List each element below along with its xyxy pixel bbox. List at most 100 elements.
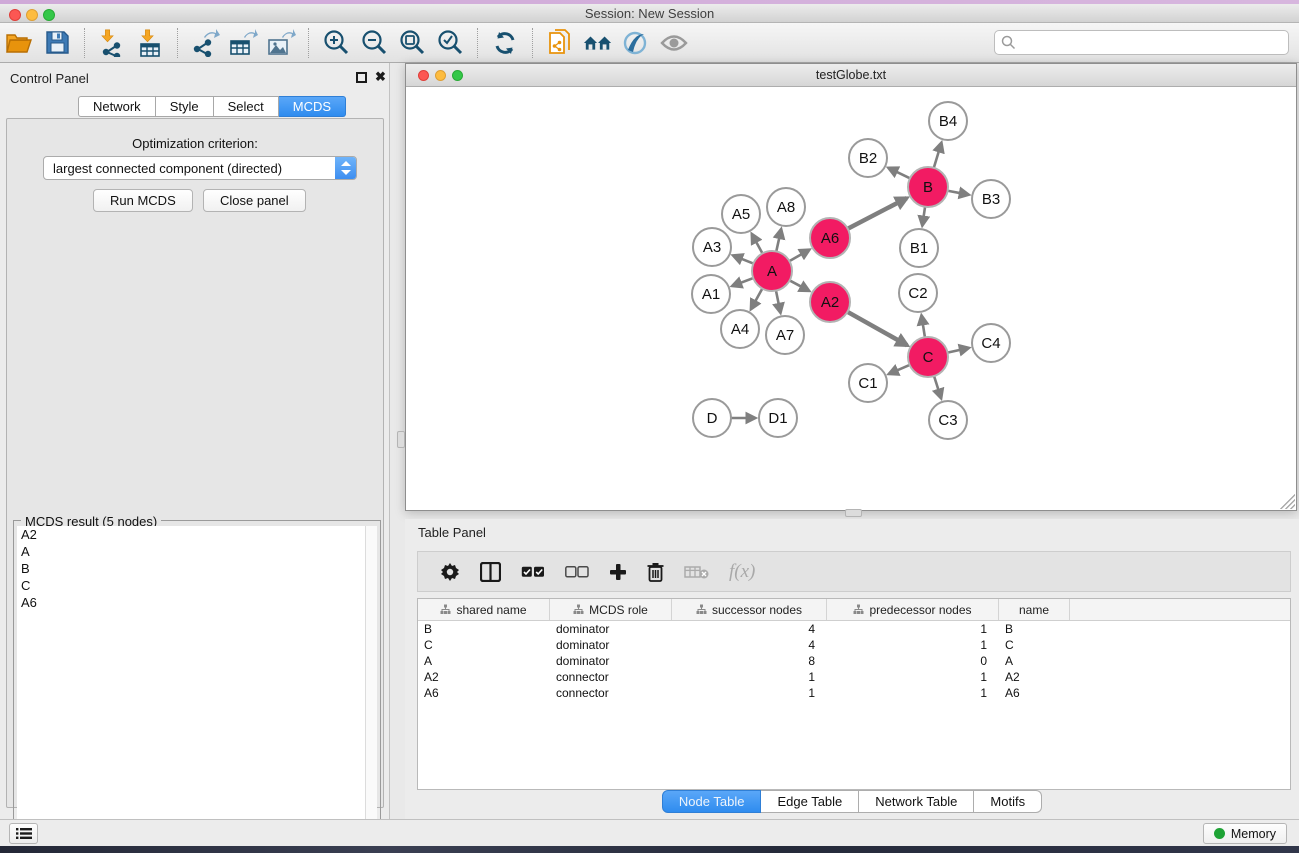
split-divider-handle[interactable] xyxy=(845,509,862,517)
tab-network-table[interactable]: Network Table xyxy=(859,790,974,813)
copy-network-icon[interactable] xyxy=(545,28,575,58)
search-input[interactable] xyxy=(1016,35,1288,50)
import-table-icon[interactable] xyxy=(135,28,165,58)
table-row[interactable]: A6connector11A6 xyxy=(418,685,1290,701)
add-column-plus-icon[interactable] xyxy=(609,563,627,581)
column-header-shared-name[interactable]: shared name xyxy=(418,599,550,620)
column-header-predecessor-nodes[interactable]: predecessor nodes xyxy=(827,599,999,620)
search-box[interactable] xyxy=(994,30,1289,55)
export-network-icon[interactable] xyxy=(190,28,220,58)
edge-A-A1[interactable] xyxy=(733,278,754,286)
edge-A-A6[interactable] xyxy=(789,250,809,261)
edge-C-C2[interactable] xyxy=(922,316,925,338)
table-cell[interactable]: C xyxy=(999,637,1070,653)
network-graph[interactable]: B4B2BB3A8A5A6A3B1AC2A1A2A4A7C4CC1C3DD1 xyxy=(407,88,1295,510)
export-table-icon[interactable] xyxy=(228,28,258,58)
mcds-result-item[interactable]: A2 xyxy=(17,526,365,543)
select-all-checkboxes-icon[interactable] xyxy=(521,566,545,578)
open-session-icon[interactable] xyxy=(4,28,34,58)
network-frame-titlebar[interactable]: testGlobe.txt xyxy=(406,64,1296,87)
hide-selected-eye-icon[interactable] xyxy=(659,28,689,58)
edge-A-A4[interactable] xyxy=(751,289,762,309)
table-cell[interactable]: A6 xyxy=(418,685,550,701)
column-header-successor-nodes[interactable]: successor nodes xyxy=(672,599,827,620)
zoom-in-icon[interactable] xyxy=(321,28,351,58)
mcds-result-item[interactable]: A xyxy=(17,543,365,560)
table-cell[interactable]: A xyxy=(418,653,550,669)
column-header-MCDS-role[interactable]: MCDS role xyxy=(550,599,672,620)
edge-A2-C[interactable] xyxy=(847,312,907,345)
edge-C-C1[interactable] xyxy=(889,365,910,374)
criterion-dropdown[interactable]: largest connected component (directed) xyxy=(43,156,357,180)
table-cell[interactable]: 4 xyxy=(672,621,827,637)
edge-B-B4[interactable] xyxy=(934,143,942,168)
close-panel-button[interactable]: Close panel xyxy=(203,189,306,212)
run-mcds-button[interactable]: Run MCDS xyxy=(93,189,193,212)
save-session-icon[interactable] xyxy=(42,28,72,58)
mcds-result-item[interactable]: B xyxy=(17,560,365,577)
table-cell[interactable]: dominator xyxy=(550,621,672,637)
table-cell[interactable]: connector xyxy=(550,685,672,701)
table-row[interactable]: Adominator80A xyxy=(418,653,1290,669)
table-cell[interactable]: dominator xyxy=(550,653,672,669)
table-cell[interactable]: A2 xyxy=(999,669,1070,685)
tab-edge-table[interactable]: Edge Table xyxy=(761,790,859,813)
table-cell[interactable]: dominator xyxy=(550,637,672,653)
delete-table-icon[interactable] xyxy=(684,564,709,580)
edge-B-B1[interactable] xyxy=(922,207,925,225)
edge-A6-B[interactable] xyxy=(848,198,907,229)
edge-C-C4[interactable] xyxy=(948,348,969,353)
edge-C-C3[interactable] xyxy=(934,376,941,398)
deselect-all-checkboxes-icon[interactable] xyxy=(565,566,589,578)
tab-motifs[interactable]: Motifs xyxy=(974,790,1042,813)
mcds-result-item[interactable]: A6 xyxy=(17,594,365,611)
table-cell[interactable]: connector xyxy=(550,669,672,685)
tab-style[interactable]: Style xyxy=(156,96,214,117)
table-cell[interactable]: B xyxy=(418,621,550,637)
table-cell[interactable]: 1 xyxy=(827,669,999,685)
split-columns-icon[interactable] xyxy=(480,562,501,582)
table-cell[interactable]: 1 xyxy=(827,637,999,653)
mcds-result-scrollbar[interactable] xyxy=(365,526,377,850)
edge-A-A2[interactable] xyxy=(790,280,809,290)
table-cell[interactable]: 1 xyxy=(672,685,827,701)
delete-column-trash-icon[interactable] xyxy=(647,562,664,582)
column-header-name[interactable]: name xyxy=(999,599,1070,620)
table-cell[interactable]: 8 xyxy=(672,653,827,669)
task-history-button[interactable] xyxy=(9,823,38,844)
edge-A-A7[interactable] xyxy=(776,291,780,313)
table-cell[interactable]: 1 xyxy=(672,669,827,685)
tab-node-table[interactable]: Node Table xyxy=(662,790,762,813)
edge-A-A8[interactable] xyxy=(776,229,781,251)
table-cell[interactable]: 1 xyxy=(827,621,999,637)
tab-network[interactable]: Network xyxy=(78,96,156,117)
export-image-icon[interactable] xyxy=(266,28,296,58)
memory-button[interactable]: Memory xyxy=(1203,823,1287,844)
edge-A-A3[interactable] xyxy=(733,256,753,264)
table-cell[interactable]: 4 xyxy=(672,637,827,653)
edge-B-B3[interactable] xyxy=(948,191,969,195)
zoom-fit-icon[interactable] xyxy=(397,28,427,58)
table-settings-gear-icon[interactable] xyxy=(440,562,460,582)
zoom-out-icon[interactable] xyxy=(359,28,389,58)
split-divider-handle[interactable] xyxy=(397,431,405,448)
tab-select[interactable]: Select xyxy=(214,96,279,117)
table-row[interactable]: Cdominator41C xyxy=(418,637,1290,653)
tab-mcds[interactable]: MCDS xyxy=(279,96,346,117)
style-toggle-icon[interactable] xyxy=(621,28,651,58)
table-cell[interactable]: A6 xyxy=(999,685,1070,701)
table-cell[interactable]: A xyxy=(999,653,1070,669)
show-all-networks-icon[interactable] xyxy=(583,28,613,58)
edge-B-B2[interactable] xyxy=(889,168,910,178)
float-panel-icon[interactable] xyxy=(356,72,367,83)
zoom-selected-icon[interactable] xyxy=(435,28,465,58)
table-cell[interactable]: A2 xyxy=(418,669,550,685)
table-cell[interactable]: B xyxy=(999,621,1070,637)
frame-resize-grip[interactable] xyxy=(1279,493,1295,509)
table-cell[interactable]: 1 xyxy=(827,685,999,701)
close-panel-icon[interactable]: ✖ xyxy=(375,69,386,85)
mcds-result-item[interactable]: C xyxy=(17,577,365,594)
import-network-icon[interactable] xyxy=(97,28,127,58)
edge-A-A5[interactable] xyxy=(752,234,762,253)
table-row[interactable]: A2connector11A2 xyxy=(418,669,1290,685)
